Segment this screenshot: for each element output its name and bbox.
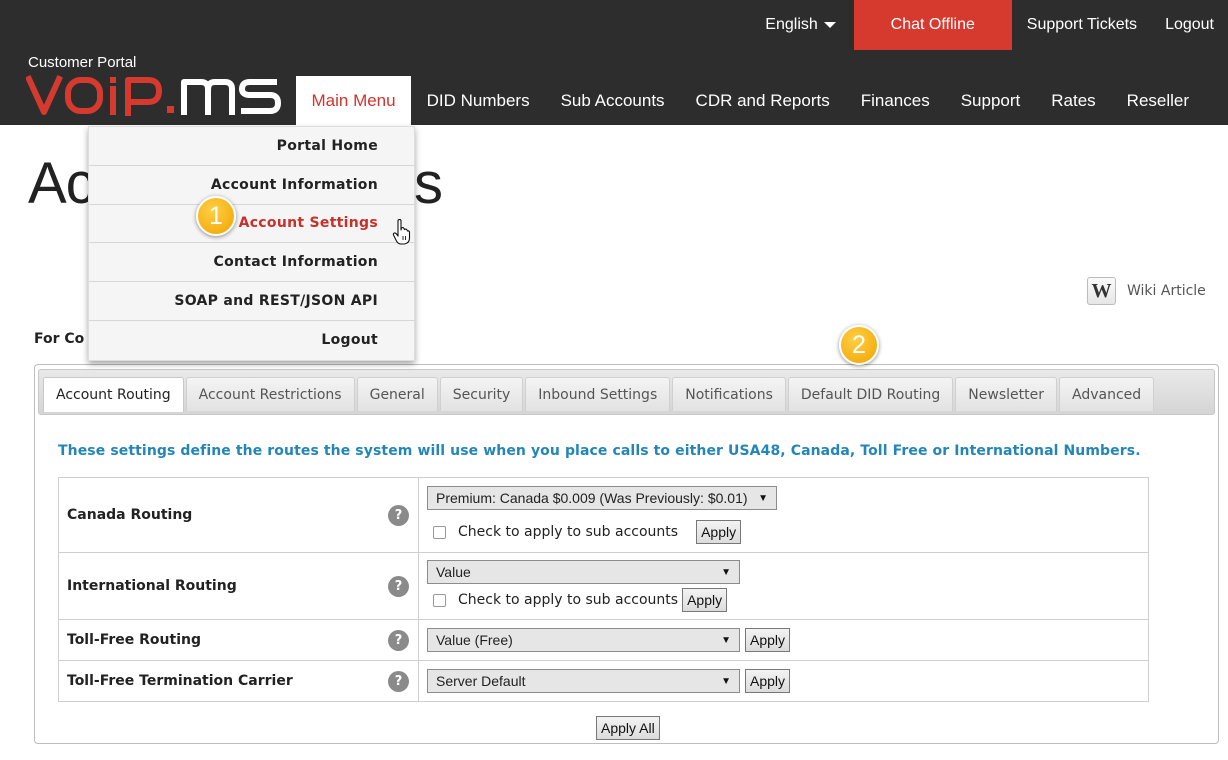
toll-free-carrier-value: Server Default [436, 673, 526, 689]
step-badge-one: 1 [196, 196, 236, 236]
nav-did-numbers[interactable]: DID Numbers [411, 76, 545, 125]
international-routing-label: International Routing [67, 578, 237, 594]
canada-apply-button[interactable]: Apply [696, 520, 742, 544]
international-routing-value: Value [436, 564, 471, 580]
caret-down-icon [823, 22, 836, 28]
table-row: Toll-Free Routing ? Value (Free) ▼ Apply [58, 619, 1149, 661]
nav-rates[interactable]: Rates [1036, 76, 1111, 125]
logout-link[interactable]: Logout [1151, 0, 1228, 50]
menu-item-account-settings[interactable]: Account Settings [89, 205, 414, 244]
canada-routing-select[interactable]: Premium: Canada $0.009 (Was Previously: … [427, 486, 777, 510]
international-sub-accounts-checkbox[interactable] [433, 593, 446, 607]
menu-item-logout[interactable]: Logout [89, 321, 414, 360]
canada-routing-value: Premium: Canada $0.009 (Was Previously: … [436, 490, 748, 506]
tab-bar: Account Routing Account Restrictions Gen… [38, 369, 1215, 415]
table-row: International Routing ? Value ▼ Check to… [58, 552, 1149, 620]
chat-offline-button[interactable]: Chat Offline [853, 0, 1012, 50]
route-control-cell: Server Default ▼ Apply [418, 660, 1149, 702]
tab-notifications[interactable]: Notifications [672, 377, 786, 411]
tab-security[interactable]: Security [439, 377, 524, 411]
route-control-cell: Value (Free) ▼ Apply [418, 619, 1149, 661]
tab-newsletter[interactable]: Newsletter [955, 377, 1057, 411]
check-label: Check to apply to sub accounts [458, 524, 679, 540]
canada-sub-accounts-checkbox[interactable] [433, 525, 446, 539]
support-tickets-link[interactable]: Support Tickets [1012, 0, 1151, 50]
page-title-start: Ac [28, 151, 95, 216]
route-label-cell: Toll-Free Termination Carrier ? [58, 660, 419, 702]
wiki-article-label: Wiki Article [1127, 283, 1206, 299]
help-icon[interactable]: ? [388, 505, 409, 526]
wikipedia-icon: W [1087, 277, 1116, 305]
international-routing-select[interactable]: Value ▼ [427, 560, 740, 584]
menu-item-account-information[interactable]: Account Information [89, 166, 414, 205]
dropdown-arrow-icon: ▼ [721, 566, 731, 578]
routing-table: Canada Routing ? Premium: Canada $0.009 … [58, 477, 1149, 702]
international-apply-button[interactable]: Apply [682, 588, 728, 612]
utility-bar: English Chat Offline Support Tickets Log… [751, 0, 1228, 50]
wiki-article-link[interactable]: W Wiki Article [1087, 277, 1206, 305]
logo-caption: Customer Portal [28, 54, 137, 71]
account-for-text: For Co [34, 331, 85, 347]
nav-support[interactable]: Support [945, 76, 1036, 125]
help-icon[interactable]: ? [388, 630, 409, 651]
tab-account-routing[interactable]: Account Routing [43, 377, 184, 412]
canada-routing-label: Canada Routing [67, 507, 193, 523]
route-label-cell: International Routing ? [58, 552, 419, 620]
tab-inbound-settings[interactable]: Inbound Settings [525, 377, 671, 411]
language-label: English [765, 16, 818, 33]
routing-intro-text: These settings define the routes the sys… [58, 443, 1141, 459]
menu-item-soap-rest-json-api[interactable]: SOAP and REST/JSON API [89, 282, 414, 321]
route-label-cell: Toll-Free Routing ? [58, 619, 419, 661]
tab-general[interactable]: General [356, 377, 438, 411]
nav-reseller[interactable]: Reseller [1111, 76, 1204, 125]
route-control-cell: Premium: Canada $0.009 (Was Previously: … [418, 477, 1149, 553]
dropdown-arrow-icon: ▼ [721, 675, 731, 687]
tab-account-restrictions[interactable]: Account Restrictions [185, 377, 355, 411]
top-header: English Chat Offline Support Tickets Log… [0, 0, 1228, 125]
route-label-cell: Canada Routing ? [58, 477, 419, 553]
toll-free-carrier-select[interactable]: Server Default ▼ [427, 669, 740, 693]
step-badge-two: 2 [839, 325, 879, 365]
main-menu-dropdown: Portal Home Account Information Account … [88, 126, 415, 361]
language-selector[interactable]: English [751, 0, 849, 50]
menu-item-portal-home[interactable]: Portal Home [89, 127, 414, 166]
menu-item-contact-information[interactable]: Contact Information [89, 243, 414, 283]
table-row: Canada Routing ? Premium: Canada $0.009 … [58, 477, 1149, 553]
check-label: Check to apply to sub accounts [458, 592, 679, 608]
hand-cursor-icon [392, 219, 411, 245]
nav-main-menu[interactable]: Main Menu [296, 76, 412, 125]
toll-free-apply-button[interactable]: Apply [745, 628, 791, 652]
main-nav: Main Menu DID Numbers Sub Accounts CDR a… [296, 76, 1205, 125]
dropdown-arrow-icon: ▼ [758, 492, 768, 504]
help-icon[interactable]: ? [388, 671, 409, 692]
nav-sub-accounts[interactable]: Sub Accounts [545, 76, 680, 125]
help-icon[interactable]: ? [388, 576, 409, 597]
toll-free-carrier-label: Toll-Free Termination Carrier [67, 673, 293, 689]
route-control-cell: Value ▼ Check to apply to sub accounts A… [418, 552, 1149, 620]
tab-advanced[interactable]: Advanced [1058, 377, 1155, 411]
settings-panel: Account Routing Account Restrictions Gen… [34, 364, 1219, 744]
nav-cdr-and-reports[interactable]: CDR and Reports [680, 76, 845, 125]
apply-all-button[interactable]: Apply All [596, 716, 660, 740]
voipms-logo[interactable] [26, 74, 282, 116]
tab-default-did-routing[interactable]: Default DID Routing [787, 377, 954, 411]
toll-free-routing-select[interactable]: Value (Free) ▼ [427, 628, 740, 652]
dropdown-arrow-icon: ▼ [721, 634, 731, 646]
table-row: Toll-Free Termination Carrier ? Server D… [58, 660, 1149, 702]
toll-free-routing-label: Toll-Free Routing [67, 632, 201, 648]
nav-finances[interactable]: Finances [845, 76, 945, 125]
toll-free-routing-value: Value (Free) [436, 632, 513, 648]
toll-free-carrier-apply-button[interactable]: Apply [745, 669, 791, 693]
